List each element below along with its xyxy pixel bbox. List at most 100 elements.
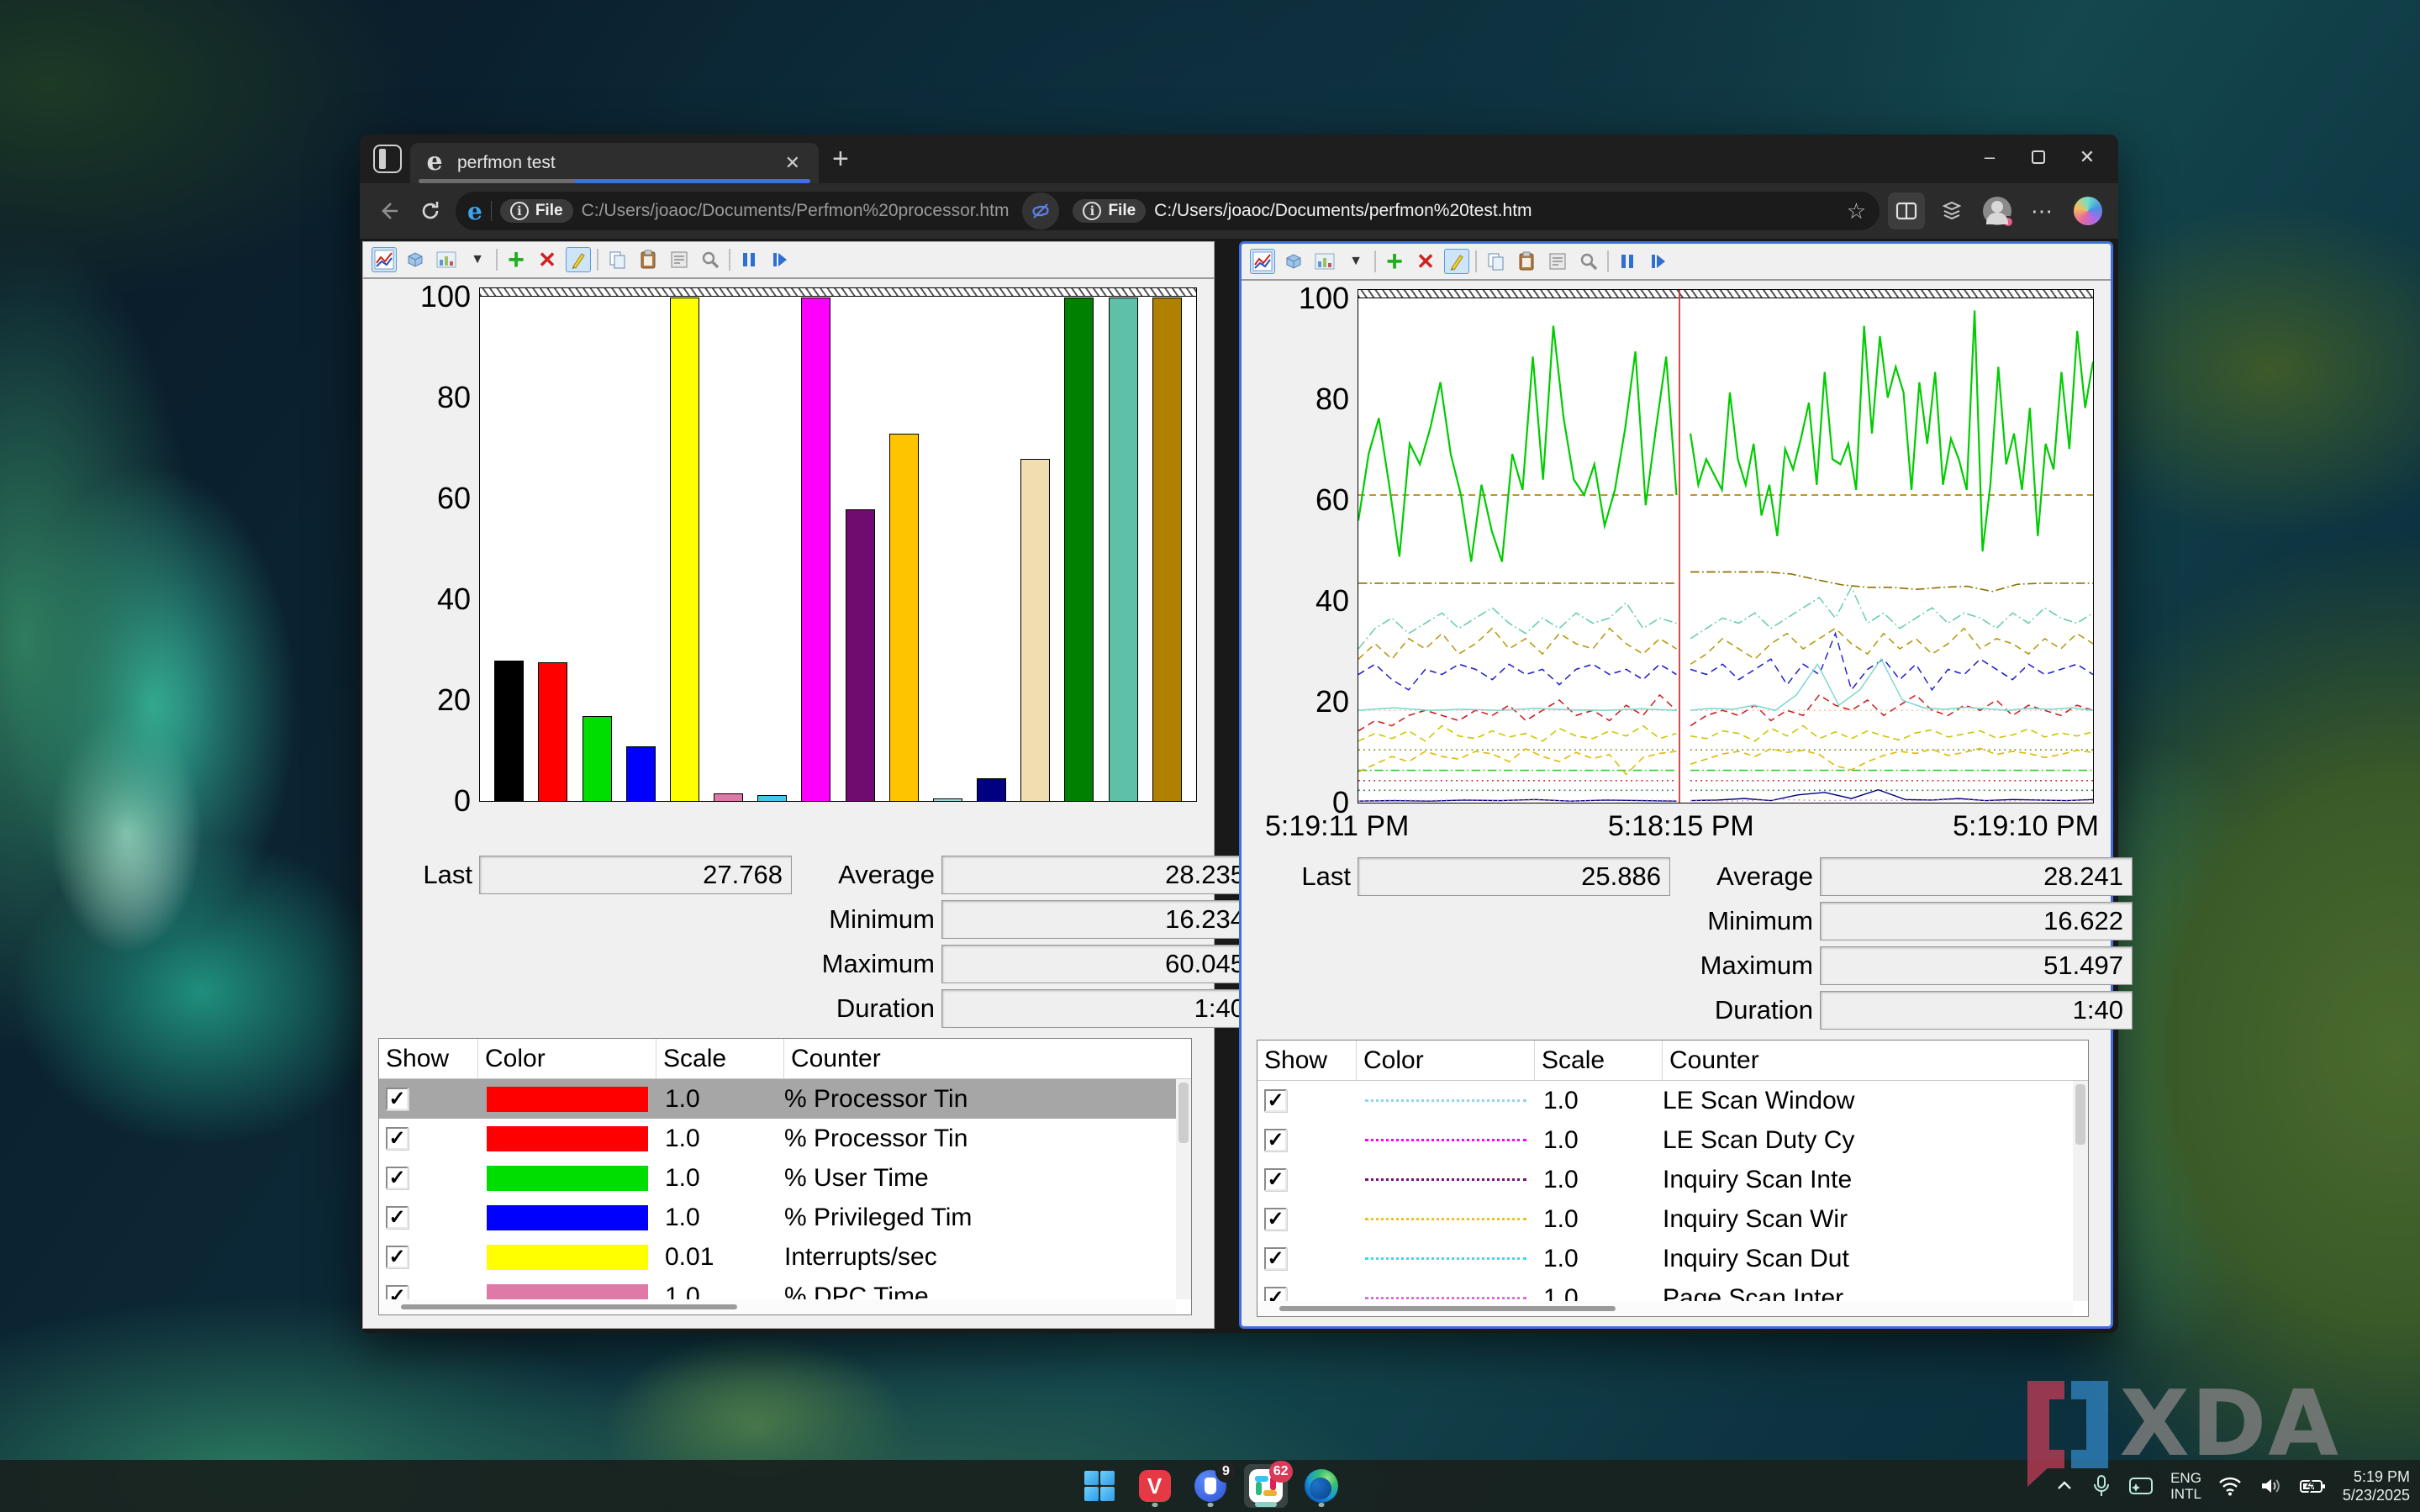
- legend-row[interactable]: ✓1.0LE Scan Window: [1257, 1081, 2088, 1120]
- legend-vertical-scrollbar[interactable]: [2073, 1081, 2088, 1301]
- copilot-icon[interactable]: [2069, 192, 2106, 229]
- average-label: Average: [792, 860, 941, 890]
- highlight-icon[interactable]: [566, 247, 591, 272]
- show-checkbox[interactable]: ✓: [1264, 1129, 1287, 1151]
- tray-chevron-icon[interactable]: [2054, 1476, 2075, 1496]
- microphone-icon[interactable]: [2091, 1474, 2112, 1498]
- site-info-icon[interactable]: i: [1083, 202, 1101, 220]
- view-log-icon[interactable]: [403, 247, 428, 272]
- refresh-icon[interactable]: [414, 194, 447, 228]
- last-value: 27.768: [479, 856, 792, 894]
- paste-counter-list-icon[interactable]: [635, 247, 661, 272]
- slack-taskbar-icon[interactable]: 62: [1244, 1464, 1288, 1508]
- favorite-star-icon[interactable]: ☆: [1842, 198, 1871, 224]
- add-counter-icon[interactable]: +: [504, 247, 529, 272]
- graph-type-dropdown-icon[interactable]: ▼: [465, 247, 490, 272]
- unlink-split-icon[interactable]: [1022, 192, 1059, 229]
- update-data-icon[interactable]: [1646, 249, 1671, 274]
- show-checkbox[interactable]: ✓: [1264, 1168, 1287, 1191]
- view-log-icon[interactable]: [1281, 249, 1306, 274]
- show-checkbox[interactable]: ✓: [386, 1206, 409, 1229]
- show-checkbox[interactable]: ✓: [386, 1088, 409, 1110]
- vivaldi-taskbar-icon[interactable]: V: [1133, 1464, 1177, 1508]
- legend-row[interactable]: ✓0.01Interrupts/sec: [379, 1237, 1191, 1277]
- edge-taskbar-icon[interactable]: [1300, 1464, 1343, 1508]
- address-bar[interactable]: e i File C:/Users/joaoc/Documents/Perfmo…: [456, 192, 1880, 230]
- properties-icon[interactable]: [1545, 249, 1570, 274]
- tab-perfmon-test[interactable]: e perfmon test ✕: [410, 143, 819, 183]
- properties-icon[interactable]: [667, 247, 692, 272]
- graph-type-dropdown-icon[interactable]: ▼: [1343, 249, 1368, 274]
- settings-menu-icon[interactable]: ⋯: [2024, 192, 2061, 229]
- freeze-display-icon[interactable]: [1615, 249, 1640, 274]
- legend-row[interactable]: ✓1.0% Processor Tin: [379, 1079, 1191, 1119]
- navigation-bar: e i File C:/Users/joaoc/Documents/Perfmo…: [360, 183, 2118, 239]
- delete-counter-icon[interactable]: ✕: [535, 247, 560, 272]
- legend-row[interactable]: ✓1.0% Privileged Tim: [379, 1198, 1191, 1237]
- battery-icon[interactable]: [2299, 1477, 2326, 1495]
- legend-row[interactable]: ✓1.0% Processor Tin: [379, 1119, 1191, 1158]
- back-icon[interactable]: [372, 194, 405, 228]
- clock[interactable]: 5:19 PM 5/23/2025: [2343, 1467, 2410, 1504]
- url-right[interactable]: C:/Users/joaoc/Documents/perfmon%20test.…: [1154, 201, 1532, 221]
- wifi-icon[interactable]: [2218, 1476, 2242, 1496]
- show-checkbox[interactable]: ✓: [386, 1167, 409, 1189]
- color-swatch: [487, 1245, 648, 1270]
- series-line: [1358, 629, 1676, 660]
- copy-properties-icon[interactable]: [604, 247, 630, 272]
- collections-icon[interactable]: [1933, 192, 1970, 229]
- minimize-button[interactable]: –: [1965, 140, 2014, 175]
- site-info-icon[interactable]: i: [510, 202, 529, 220]
- paste-counter-list-icon[interactable]: [1514, 249, 1539, 274]
- view-chart-icon[interactable]: [372, 247, 397, 272]
- series-line: [1358, 726, 1676, 741]
- maximum-value: 60.045: [941, 945, 1254, 983]
- legend-row[interactable]: ✓1.0% User Time: [379, 1158, 1191, 1198]
- show-checkbox[interactable]: ✓: [1264, 1247, 1287, 1270]
- file-protocol-chip-right[interactable]: i File: [1073, 199, 1146, 223]
- phone-app-taskbar-icon[interactable]: 9: [1189, 1464, 1232, 1508]
- legend-row[interactable]: ✓1.0Inquiry Scan Dut: [1257, 1239, 2088, 1278]
- legend-row[interactable]: ✓1.0LE Scan Duty Cy: [1257, 1120, 2088, 1160]
- view-chart-icon[interactable]: [1250, 249, 1275, 274]
- maximize-button[interactable]: [2014, 140, 2063, 175]
- tab-actions-icon[interactable]: [373, 145, 402, 173]
- series-line: [1690, 695, 2093, 726]
- change-graph-type-icon[interactable]: [1312, 249, 1337, 274]
- close-button[interactable]: ✕: [2063, 140, 2112, 175]
- scale-value: 1.0: [1535, 1126, 1663, 1155]
- change-graph-type-icon[interactable]: [434, 247, 459, 272]
- new-tab-button[interactable]: +: [832, 146, 849, 171]
- notification-badge: 9: [1215, 1461, 1237, 1483]
- studio-effects-icon[interactable]: [2128, 1475, 2154, 1497]
- update-data-icon[interactable]: [767, 247, 793, 272]
- split-screen-button[interactable]: [1888, 192, 1925, 229]
- copy-properties-icon[interactable]: [1483, 249, 1508, 274]
- stats-right: Last 25.886 Average 28.241 Minimum 16.62…: [1299, 857, 2094, 1030]
- start-button[interactable]: [1078, 1464, 1121, 1508]
- url-left[interactable]: C:/Users/joaoc/Documents/Perfmon%20proce…: [582, 201, 1010, 221]
- file-protocol-chip-left[interactable]: i File: [500, 199, 573, 223]
- highlight-icon[interactable]: [1444, 249, 1469, 274]
- legend-vertical-scrollbar[interactable]: [1176, 1079, 1191, 1299]
- show-checkbox[interactable]: ✓: [1264, 1089, 1287, 1112]
- color-swatch: [1365, 1297, 1526, 1299]
- legend-row[interactable]: ✓1.0Inquiry Scan Wir: [1257, 1199, 2088, 1239]
- delete-counter-icon[interactable]: ✕: [1413, 249, 1438, 274]
- minimum-label: Minimum: [792, 904, 941, 935]
- zoom-icon[interactable]: [698, 247, 723, 272]
- show-checkbox[interactable]: ✓: [386, 1127, 409, 1150]
- legend-horizontal-scrollbar[interactable]: [1257, 1301, 2073, 1316]
- profile-avatar[interactable]: [1979, 192, 2016, 229]
- legend-row[interactable]: ✓1.0Inquiry Scan Inte: [1257, 1160, 2088, 1199]
- freeze-display-icon[interactable]: [736, 247, 762, 272]
- duration-value: 1:40: [1820, 991, 2133, 1030]
- add-counter-icon[interactable]: +: [1382, 249, 1407, 274]
- show-checkbox[interactable]: ✓: [1264, 1208, 1287, 1230]
- legend-horizontal-scrollbar[interactable]: [379, 1299, 1176, 1314]
- zoom-icon[interactable]: [1576, 249, 1601, 274]
- tab-close-icon[interactable]: ✕: [778, 150, 807, 176]
- show-checkbox[interactable]: ✓: [386, 1246, 409, 1268]
- volume-icon[interactable]: [2259, 1476, 2282, 1496]
- xda-left-bracket: [2027, 1381, 2064, 1468]
